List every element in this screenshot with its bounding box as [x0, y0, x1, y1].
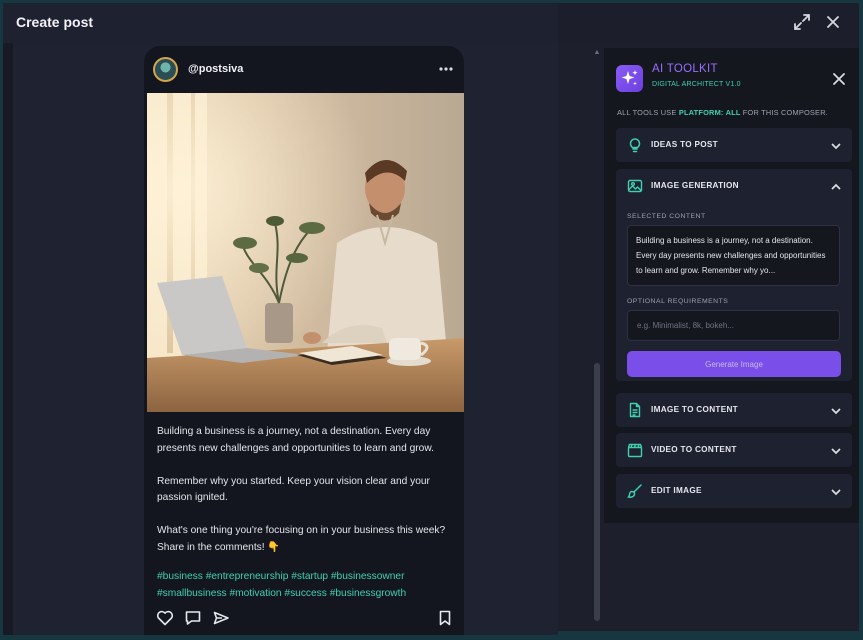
section-edit-image[interactable]: EDIT IMAGE: [616, 474, 852, 508]
section-header[interactable]: VIDEO TO CONTENT: [616, 433, 852, 467]
post-image: [147, 93, 464, 412]
section-header[interactable]: EDIT IMAGE: [616, 474, 852, 508]
toolkit-title: AI TOOLKIT: [652, 63, 718, 75]
section-video-to-content[interactable]: VIDEO TO CONTENT: [616, 433, 852, 467]
avatar: [153, 57, 178, 82]
section-label: VIDEO TO CONTENT: [651, 445, 737, 454]
section-image-to-content[interactable]: IMAGE TO CONTENT: [616, 393, 852, 427]
section-label: IDEAS TO POST: [651, 140, 718, 149]
selected-content-label: SELECTED CONTENT: [627, 213, 706, 220]
note-prefix: ALL TOOLS USE: [617, 108, 679, 117]
comment-icon[interactable]: [184, 609, 202, 627]
generate-image-button[interactable]: Generate Image: [627, 351, 841, 377]
caption-paragraph: Remember why you started. Keep your visi…: [157, 475, 430, 504]
bookmark-icon[interactable]: [436, 609, 454, 627]
preview-scrollbar[interactable]: [594, 363, 600, 621]
title-bar: Create post: [3, 3, 859, 43]
note-suffix: FOR THIS COMPOSER.: [740, 108, 828, 117]
section-ideas-to-post[interactable]: IDEAS TO POST: [616, 128, 852, 162]
send-icon[interactable]: [212, 609, 230, 627]
sparkle-icon: [616, 65, 643, 92]
ai-toolkit-panel: AI TOOLKIT DIGITAL ARCHITECT V1.0 ALL TO…: [604, 48, 859, 523]
more-dots-icon[interactable]: [438, 61, 454, 77]
platform-value: PLATFORM: ALL: [678, 108, 741, 117]
toolkit-subtitle: DIGITAL ARCHITECT V1.0: [652, 81, 741, 88]
dialog-title: Create post: [16, 14, 94, 30]
clapperboard-icon: [627, 442, 643, 458]
section-header[interactable]: IMAGE TO CONTENT: [616, 393, 852, 427]
brush-icon: [627, 483, 643, 499]
expand-icon[interactable]: [792, 12, 812, 32]
bottom-strip: [558, 631, 859, 635]
scroll-up-icon[interactable]: ▲: [593, 49, 601, 57]
section-label: IMAGE TO CONTENT: [651, 405, 738, 414]
post-hashtags: #business #entrepreneurship #startup #bu…: [157, 571, 407, 599]
image-gen-icon: [627, 178, 643, 194]
optional-requirements-label: OPTIONAL REQUIREMENTS: [627, 298, 729, 305]
section-label: IMAGE GENERATION: [651, 181, 739, 190]
chevron-down-icon: [830, 444, 842, 456]
platform-note: ALL TOOLS USE PLATFORM: ALL FOR THIS COM…: [617, 108, 828, 117]
optional-requirements-input[interactable]: [627, 310, 840, 341]
lightbulb-icon: [627, 137, 643, 153]
post-actions: [156, 609, 456, 629]
selected-content-box: Building a business is a journey, not a …: [627, 225, 840, 286]
preview-gutter: [3, 43, 13, 635]
post-preview-card: @postsiva Building a business is a journ…: [144, 46, 464, 635]
close-icon[interactable]: [832, 72, 846, 86]
section-header[interactable]: IDEAS TO POST: [616, 128, 852, 162]
heart-icon[interactable]: [156, 609, 174, 627]
caption-paragraph: What's one thing you're focusing on in y…: [157, 525, 446, 553]
section-header[interactable]: IMAGE GENERATION: [616, 169, 852, 203]
account-handle: @postsiva: [188, 63, 244, 75]
post-header: @postsiva: [144, 46, 464, 93]
chevron-down-icon: [830, 404, 842, 416]
close-icon[interactable]: [823, 12, 843, 32]
chevron-up-icon: [830, 180, 842, 192]
create-post-dialog: Create post @postsiva Building a busines…: [3, 3, 859, 635]
section-label: EDIT IMAGE: [651, 486, 702, 495]
caption-paragraph: Building a business is a journey, not a …: [157, 426, 434, 454]
chevron-down-icon: [830, 485, 842, 497]
section-image-generation: IMAGE GENERATION SELECTED CONTENT Buildi…: [616, 169, 852, 381]
chevron-down-icon: [830, 139, 842, 151]
post-caption: Building a business is a journey, not a …: [157, 424, 457, 573]
document-icon: [627, 402, 643, 418]
